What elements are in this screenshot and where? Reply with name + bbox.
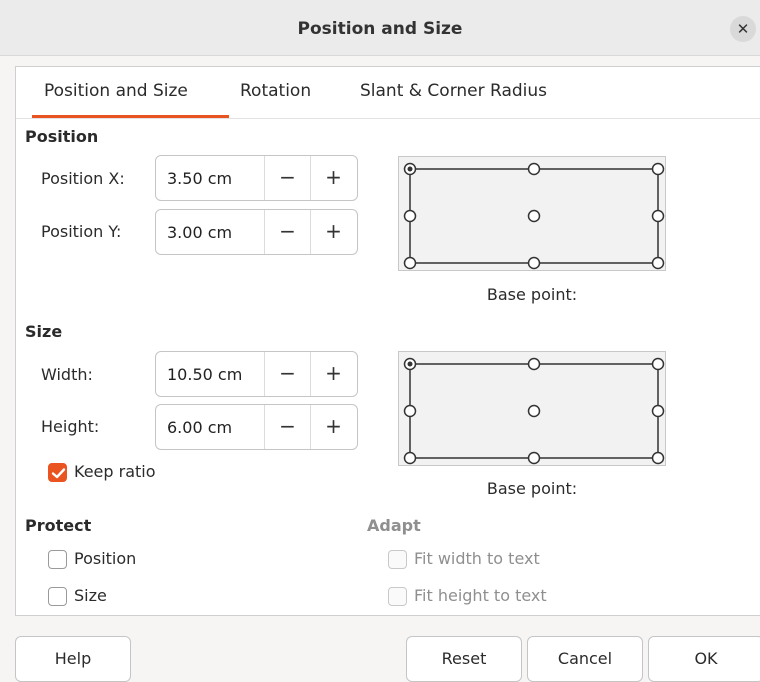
base-point-top-center[interactable] [527,357,541,371]
base-point-center[interactable] [527,209,541,223]
base-point-bottom-left[interactable] [403,256,417,270]
size-base-point-selector[interactable] [398,351,666,466]
tab-panel: Position and Size Rotation Slant & Corne… [15,66,760,616]
position-x-input[interactable]: 3.50 cm [167,169,232,188]
tab-slant-corner-radius[interactable]: Slant & Corner Radius [360,81,547,101]
base-point-bottom-left[interactable] [403,451,417,465]
base-point-handles [403,162,665,270]
position-base-point-grid [403,162,665,270]
position-base-point-selector[interactable] [398,156,666,271]
position-x-spinbox: 3.50 cm − + [155,155,358,201]
size-base-point-grid [403,357,665,465]
position-x-decrement-button[interactable]: − [264,156,310,200]
base-point-bottom-center[interactable] [527,256,541,270]
height-spinbox: 6.00 cm − + [155,404,358,450]
checkmark-icon [51,468,66,479]
base-point-top-right[interactable] [651,357,665,371]
fit-height-label: Fit height to text [414,586,547,605]
base-point-handles [403,357,665,465]
tabs-divider [16,118,760,119]
position-y-input[interactable]: 3.00 cm [167,223,232,242]
position-x-increment-button[interactable]: + [310,156,356,200]
fit-width-label: Fit width to text [414,549,540,568]
base-point-top-left-selected-dot [407,166,413,172]
adapt-heading: Adapt [367,516,421,535]
base-point-bottom-right[interactable] [651,256,665,270]
height-increment-button[interactable]: + [310,405,356,449]
height-label: Height: [41,417,100,436]
protect-size-label: Size [74,586,107,605]
width-spinbox: 10.50 cm − + [155,351,358,397]
protect-position-box[interactable] [48,550,67,569]
base-point-top-left-selected-dot [407,361,413,367]
position-heading: Position [25,127,99,146]
protect-heading: Protect [25,516,92,535]
base-point-bottom-center[interactable] [527,451,541,465]
fit-width-box[interactable] [388,550,407,569]
width-input[interactable]: 10.50 cm [167,365,242,384]
position-base-point-label: Base point: [486,285,578,304]
size-heading: Size [25,322,63,341]
base-point-top-right[interactable] [651,162,665,176]
width-increment-button[interactable]: + [310,352,356,396]
position-y-spinbox: 3.00 cm − + [155,209,358,255]
ok-button[interactable]: OK [648,636,760,682]
dialog-title: Position and Size [297,19,463,39]
base-point-middle-left[interactable] [403,404,417,418]
protect-position-label: Position [74,549,137,568]
fit-height-box[interactable] [388,587,407,606]
close-icon: ✕ [736,20,750,38]
tab-position-and-size[interactable]: Position and Size [44,81,188,101]
protect-size-box[interactable] [48,587,67,606]
width-label: Width: [41,365,93,384]
size-base-point-label: Base point: [486,479,578,498]
tab-rotation[interactable]: Rotation [240,81,311,101]
reset-button[interactable]: Reset [406,636,522,682]
cancel-button[interactable]: Cancel [527,636,643,682]
height-decrement-button[interactable]: − [264,405,310,449]
base-point-bottom-right[interactable] [651,451,665,465]
keep-ratio-box[interactable] [48,463,67,482]
position-y-label: Position Y: [41,222,122,241]
base-point-middle-right[interactable] [651,404,665,418]
help-button[interactable]: Help [15,636,131,682]
base-point-center[interactable] [527,404,541,418]
base-point-middle-right[interactable] [651,209,665,223]
base-point-top-center[interactable] [527,162,541,176]
keep-ratio-label: Keep ratio [74,462,156,481]
base-point-middle-left[interactable] [403,209,417,223]
height-input[interactable]: 6.00 cm [167,418,232,437]
width-decrement-button[interactable]: − [264,352,310,396]
position-y-increment-button[interactable]: + [310,210,356,254]
title-bar: Position and Size ✕ [0,0,760,56]
position-y-decrement-button[interactable]: − [264,210,310,254]
position-x-label: Position X: [41,169,125,188]
close-button[interactable]: ✕ [730,16,756,42]
